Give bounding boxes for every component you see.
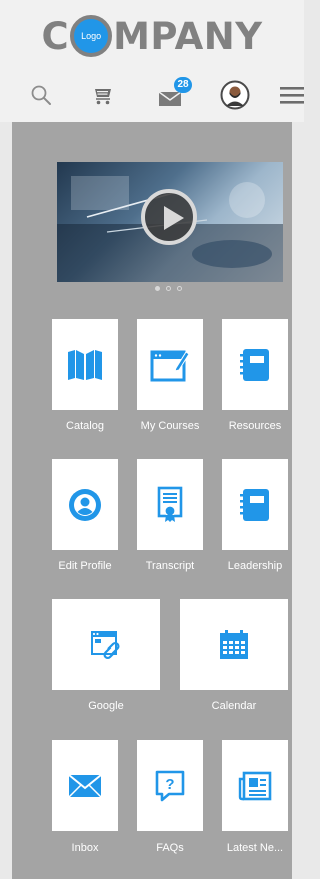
mail-button[interactable]: 28 (154, 72, 194, 118)
tile-transcript[interactable] (137, 459, 203, 550)
dashboard-panel: Catalog My Courses Resources Edit Profil… (12, 122, 292, 879)
tile-label-leadership: Leadership (227, 560, 283, 572)
tile-faqs[interactable]: ? (137, 740, 203, 831)
search-icon (31, 85, 51, 105)
cart-button[interactable] (88, 72, 118, 118)
play-icon[interactable] (141, 189, 197, 245)
carousel-dot[interactable] (166, 285, 171, 291)
tile-label-inbox: Inbox (71, 842, 99, 854)
tile-edit-profile[interactable] (52, 459, 118, 550)
carousel-indicators (155, 282, 197, 294)
tile-label-catalog: Catalog (66, 420, 104, 432)
tile-label-transcript: Transcript (145, 560, 195, 572)
envelope-icon (68, 773, 102, 798)
tile-my-courses[interactable] (137, 319, 203, 410)
tile-inbox[interactable] (52, 740, 118, 831)
certificate-icon (157, 486, 183, 522)
tile-latest-news[interactable] (222, 740, 288, 831)
notebook-icon (240, 348, 269, 381)
carousel-dot[interactable] (155, 285, 160, 291)
hamburger-menu-icon (280, 87, 304, 104)
tile-label-my-courses: My Courses (140, 420, 200, 432)
browser-link-icon (91, 630, 120, 659)
notebook-icon (240, 488, 269, 521)
tile-leadership[interactable] (222, 459, 288, 550)
tile-label-resources: Resources (228, 420, 282, 432)
question-bubble-icon: ? (155, 770, 185, 801)
tile-calendar[interactable] (180, 599, 288, 690)
tile-label-google: Google (88, 700, 124, 712)
mail-count-badge: 28 (174, 77, 192, 93)
tile-label-faqs: FAQs (156, 842, 184, 854)
calendar-icon (220, 629, 248, 659)
newspaper-icon (238, 771, 272, 800)
app-header: C Logo MPANY 28 (0, 0, 304, 122)
menu-button[interactable] (276, 72, 304, 118)
cart-icon (95, 89, 111, 105)
logo-text-start: C (41, 14, 70, 58)
company-logo[interactable]: C Logo MPANY (0, 8, 304, 64)
video-carousel-slide[interactable] (57, 162, 283, 282)
tile-label-latest-news: Latest Ne... (226, 842, 284, 854)
logo-badge: Logo (70, 15, 113, 57)
mail-icon (158, 91, 182, 106)
tile-label-calendar: Calendar (211, 700, 257, 712)
search-button[interactable] (26, 72, 56, 118)
tile-resources[interactable] (222, 319, 288, 410)
top-nav: 28 (0, 72, 304, 118)
logo-text-end: MPANY (113, 14, 263, 58)
tile-google[interactable] (52, 599, 160, 690)
tile-catalog[interactable] (52, 319, 118, 410)
avatar (220, 80, 250, 110)
tile-label-edit-profile: Edit Profile (58, 560, 112, 572)
profile-button[interactable] (218, 72, 252, 118)
logo-badge-label: Logo (81, 31, 102, 41)
carousel-dot[interactable] (177, 285, 182, 291)
user-circle-icon (69, 488, 101, 521)
browser-edit-icon (150, 350, 190, 381)
svg-text:?: ? (165, 776, 174, 793)
book-open-icon (68, 349, 102, 380)
